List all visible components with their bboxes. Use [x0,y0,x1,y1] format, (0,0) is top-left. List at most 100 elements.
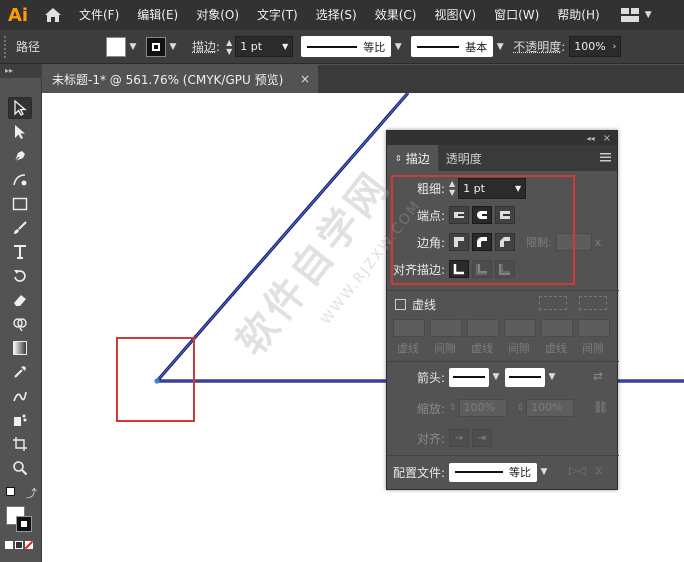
symbol-sprayer-tool[interactable] [8,409,32,431]
symbol-sprayer-icon [14,414,27,426]
menu-type[interactable]: 文字(T) [248,0,307,30]
rectangle-tool[interactable] [8,193,32,215]
grid-layout-icon [620,8,639,22]
panel-menu-icon[interactable] [600,153,611,162]
brush-definition[interactable]: 基本 [411,36,494,57]
color-mode-buttons[interactable] [5,540,39,553]
panel-tabs: ⇕ 描边 透明度 [387,145,617,171]
eyedropper-icon [14,366,26,378]
workspace-switcher[interactable]: ▼ [620,8,652,22]
brush-line [417,45,460,48]
stroke-swatch[interactable] [146,36,166,57]
stroke-weight-field[interactable]: 1 pt ▼ [235,36,294,57]
stroke-swatch-inner [152,42,160,51]
tab-stroke[interactable]: ⇕ 描边 [387,145,438,171]
tab-toggle-icon: ⇕ [395,153,402,163]
panel-divider [387,361,619,362]
stroke-label-colon: : [216,39,221,54]
stroke-dropdown[interactable]: ▼ [166,37,180,57]
opacity-field[interactable]: 100% › [569,36,622,57]
shape-builder-tool[interactable] [8,313,32,335]
up-icon: ▲ [226,37,233,47]
dash-label-3: 虚线 [545,342,567,355]
home-icon[interactable] [36,0,70,30]
align-dash-icon [579,296,607,310]
menu-object[interactable]: 对象(O) [187,0,248,30]
paintbrush-tool[interactable] [8,217,32,239]
end-arrowhead-select[interactable] [505,367,545,387]
close-icon[interactable]: × [300,72,310,86]
chevron-down-icon: ▼ [644,10,652,20]
profile-dropdown[interactable]: ▼ [391,37,405,57]
gap-field-1 [430,319,462,337]
default-swap-colors[interactable]: ⤴ [4,485,38,501]
start-arrowhead-dropdown[interactable]: ▼ [489,367,503,387]
end-arrowhead-dropdown[interactable]: ▼ [545,367,559,387]
arrow-place-icon: ⇥ [477,432,487,444]
menu-window[interactable]: 窗口(W) [485,0,548,30]
weight-stepper[interactable]: ▲ ▼ [226,38,232,56]
menu-view[interactable]: 视图(V) [425,0,485,30]
fill-dropdown[interactable]: ▼ [126,37,140,57]
gradient-icon [13,341,27,355]
scale-row: 缩放: ⇕ 100% ⇕ 100% ⛓ [387,396,619,420]
zoom-icon [13,461,28,476]
arrow-extend-button: → [449,429,469,447]
opacity-label[interactable]: 不透明度 [513,38,561,55]
artboard-tool[interactable] [8,433,32,455]
dashed-line-checkbox[interactable] [395,298,406,310]
tab-transparency[interactable]: 透明度 [438,145,490,171]
profile-label: 等比 [363,40,386,54]
menu-select[interactable]: 选择(S) [307,0,366,30]
menu-effect[interactable]: 效果(C) [366,0,426,30]
dash-label-2: 虚线 [471,342,493,355]
limit-suffix: x [594,235,602,249]
none-slash [24,540,34,550]
swap-arrowheads-icon[interactable]: ⇄ [593,369,603,383]
rotate-tool[interactable] [8,265,32,287]
document-tab[interactable]: 未标题-1* @ 561.76% (CMYK/GPU 预览) [42,65,318,93]
brush-dropdown[interactable]: ▼ [493,37,507,57]
pen-icon [14,151,25,162]
menu-file[interactable]: 文件(F) [70,0,128,30]
profile-select-dropdown[interactable]: ▼ [537,462,551,482]
scale-end-value: 100% [526,399,575,417]
scale-label: 缩放: [416,401,445,416]
none-mode-icon [24,540,34,550]
pen-tool[interactable] [8,145,32,167]
link-scale-icon: ⛓ [593,400,609,414]
gradient-mode-icon [15,541,23,549]
direct-selection-tool[interactable] [8,121,32,143]
type-tool[interactable] [8,241,32,263]
zoom-tool[interactable] [8,457,32,479]
fill-stroke-indicator[interactable] [4,504,38,534]
brush-label: 基本 [465,40,488,54]
default-colors-icon [6,487,15,496]
close-icon[interactable]: × [603,133,611,144]
curvature-tool[interactable] [8,169,32,191]
rotate-icon [14,270,26,282]
menu-help[interactable]: 帮助(H) [548,0,608,30]
scale-start-stepper: ⇕ [449,403,457,413]
eraser-icon [14,295,26,306]
selection-tool[interactable] [8,97,32,119]
gradient-tool[interactable] [8,337,32,359]
menu-edit[interactable]: 编辑(E) [128,0,187,30]
eyedropper-tool[interactable] [8,361,32,383]
stroke-label[interactable]: 描边 [192,38,216,55]
fill-swatch[interactable] [106,36,126,57]
stroke-weight-value: 1 pt [240,40,263,53]
panel-titlebar[interactable]: ◂◂ × [387,131,617,145]
profile-select[interactable]: 等比 [449,462,537,482]
options-highlight-box [391,175,575,285]
variable-width-profile[interactable]: 等比 [301,36,392,57]
anchor-point[interactable] [154,378,160,384]
control-bar: 路径 ▼ ▼ 描边 : ▲ ▼ 1 pt ▼ 等比 ▼ 基本 ▼ 不透明度 : 1… [0,30,684,64]
collapse-icon[interactable]: ◂◂ [587,134,595,143]
start-arrowhead-select[interactable] [449,367,489,387]
toolbar-collapse-icon[interactable]: ▸▸ [0,64,42,78]
blend-tool[interactable] [8,385,32,407]
stroke-panel: ◂◂ × ⇕ 描边 透明度 粗细: ▲▼ 1 pt ▼ 端点: 边角: 限制: [386,130,619,490]
profile-select-value: 等比 [509,466,531,479]
eraser-tool[interactable] [8,289,32,311]
